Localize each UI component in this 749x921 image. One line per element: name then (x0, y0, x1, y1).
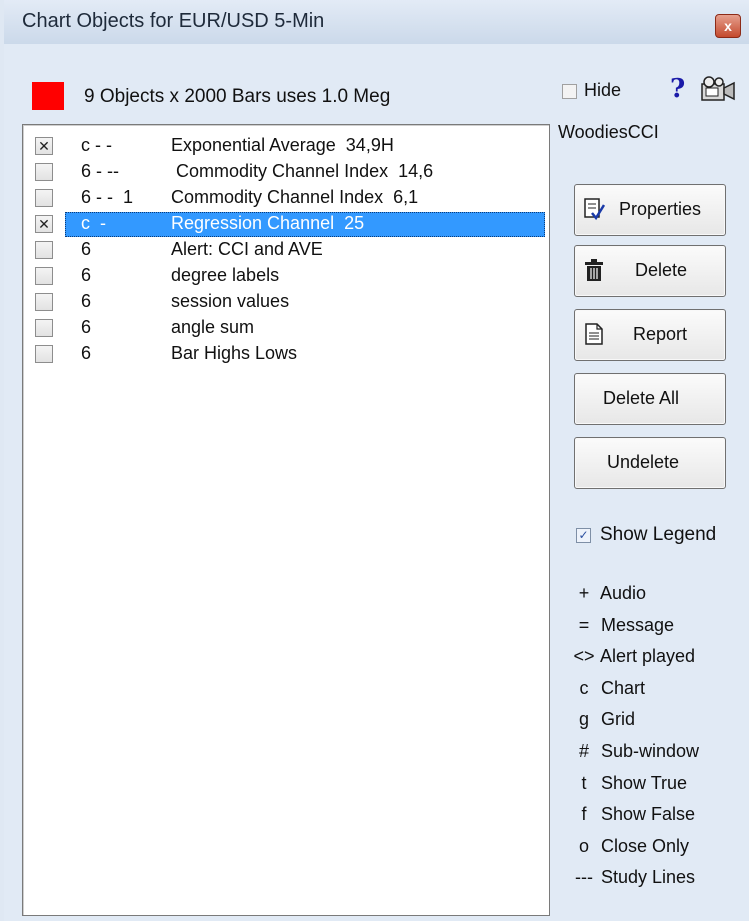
objects-list[interactable]: ✕ c - - Exponential Average 34,9H 6 - -- Co… (22, 124, 550, 916)
row-name: degree labels (171, 265, 280, 285)
row-name: session values (171, 291, 290, 311)
legend-symbol: # (578, 741, 589, 761)
legend-item: t Show True (572, 773, 687, 794)
legend-item: + Audio (572, 583, 646, 604)
row-code: 6 (81, 317, 92, 337)
row-name: Alert: CCI and AVE (171, 239, 323, 259)
undelete-label: Undelete (607, 452, 680, 472)
list-item[interactable]: 6 Alert: CCI and AVE (23, 237, 549, 263)
row-name: Exponential Average 34,9H (171, 135, 394, 155)
legend-text: Show False (596, 804, 696, 825)
title-bar[interactable]: Chart Objects for EUR/USD 5-Min x (4, 0, 749, 45)
legend-text: Alert played (596, 646, 696, 667)
legend-text: Close Only (596, 835, 690, 856)
row-checkbox[interactable] (35, 345, 53, 363)
legend-symbol: o (578, 835, 589, 856)
legend-item: --- Study Lines (572, 867, 695, 888)
window-title: Chart Objects for EUR/USD 5-Min (22, 10, 325, 32)
row-checkbox[interactable]: ✕ (35, 215, 53, 233)
list-item[interactable]: ✕ c - Regression Channel 25 (23, 211, 549, 237)
legend-text: Study Lines (596, 867, 696, 888)
legend-text: Message (596, 614, 675, 635)
legend-symbol: g (578, 709, 589, 730)
row-checkbox[interactable] (35, 293, 53, 311)
row-name: angle sum (171, 317, 255, 337)
legend-text: Show True (596, 772, 688, 793)
row-name: Regression Channel 25 (171, 213, 365, 233)
row-code: 6 (81, 239, 92, 259)
legend-item: # Sub-window (572, 741, 699, 762)
list-item[interactable]: 6 - -- Commodity Channel Index 14,6 (23, 159, 549, 185)
help-icon[interactable]: ? (670, 74, 685, 104)
legend-symbol: c (579, 677, 589, 698)
row-checkbox[interactable] (35, 241, 53, 259)
legend-item: f Show False (572, 804, 695, 825)
row-code: c - - (81, 135, 112, 155)
report-button[interactable]: Report (574, 309, 726, 361)
legend-item: c Chart (572, 677, 646, 699)
legend-symbol: <> (573, 646, 595, 667)
legend-item: = Message (572, 615, 674, 636)
show-legend-label: Show Legend (600, 524, 717, 545)
delete-all-button[interactable]: Delete All (574, 373, 726, 425)
hide-label: Hide (584, 80, 622, 100)
row-code: 6 - -- (81, 161, 119, 181)
show-legend-checkbox[interactable]: ✓ (576, 528, 591, 543)
row-name: Bar Highs Lows (171, 343, 298, 363)
color-swatch[interactable] (32, 82, 64, 110)
list-item[interactable]: 6 angle sum (23, 315, 549, 341)
row-name: Commodity Channel Index 14,6 (171, 161, 434, 181)
legend-text: Sub-window (596, 741, 700, 761)
delete-all-label: Delete All (603, 388, 680, 408)
report-label: Report (633, 324, 688, 344)
row-name: Commodity Channel Index 6,1 (171, 187, 419, 207)
row-code: c - (81, 213, 106, 233)
list-item[interactable]: ✕ c - - Exponential Average 34,9H (23, 133, 549, 159)
legend-text: Grid (596, 709, 636, 730)
chart-objects-dialog: Chart Objects for EUR/USD 5-Min x 9 Obje… (4, 0, 749, 921)
list-item[interactable]: 6 Bar Highs Lows (23, 341, 549, 367)
row-checkbox[interactable] (35, 319, 53, 337)
properties-label: Properties (619, 199, 702, 219)
list-item[interactable]: 6 - - 1 Commodity Channel Index 6,1 (23, 185, 549, 211)
list-item[interactable]: 6 session values (23, 289, 549, 315)
properties-button[interactable]: Properties (574, 184, 726, 236)
legend-text: Audio (596, 583, 647, 603)
legend-symbol: f (581, 804, 587, 825)
study-name: WoodiesCCI (558, 122, 659, 142)
row-code: 6 (81, 291, 92, 311)
row-code: 6 - - 1 (81, 187, 134, 207)
row-checkbox[interactable] (35, 163, 53, 181)
delete-label: Delete (635, 260, 688, 280)
row-checkbox[interactable]: ✕ (35, 137, 53, 155)
trash-icon (585, 259, 603, 281)
list-item[interactable]: 6 degree labels (23, 263, 549, 289)
hide-checkbox[interactable] (562, 84, 577, 99)
legend-item: <> Alert played (572, 646, 695, 667)
legend-item: o Close Only (572, 836, 689, 857)
legend-item: g Grid (572, 709, 635, 730)
legend-text: Chart (596, 677, 646, 698)
legend-symbol: --- (575, 867, 593, 888)
row-code: 6 (81, 265, 92, 285)
report-icon (585, 323, 603, 345)
properties-icon (584, 198, 605, 221)
close-button[interactable]: x (715, 14, 741, 38)
row-checkbox[interactable] (35, 267, 53, 285)
camera-icon[interactable] (700, 76, 740, 102)
objects-summary: 9 Objects x 2000 Bars uses 1.0 Meg (84, 86, 391, 107)
row-code: 6 (81, 343, 92, 363)
undelete-button[interactable]: Undelete (574, 437, 726, 489)
legend-symbol: = (578, 614, 590, 635)
legend-symbol: t (581, 772, 587, 793)
delete-button[interactable]: Delete (574, 245, 726, 297)
row-checkbox[interactable] (35, 189, 53, 207)
legend-symbol: + (578, 583, 590, 603)
